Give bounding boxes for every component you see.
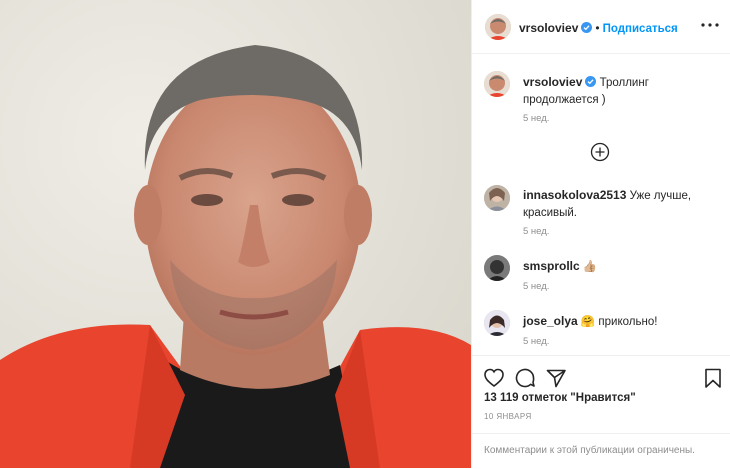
comment-text-block: jose_olya 🤗 прикольно!	[523, 313, 723, 331]
comment-timestamp[interactable]: 5 нед.	[523, 281, 549, 292]
comment-username[interactable]: jose_olya	[523, 314, 578, 328]
caption-username[interactable]: vrsoloviev	[523, 75, 582, 89]
separator-dot: •	[595, 21, 600, 35]
verified-badge-icon	[581, 22, 593, 33]
list-item: innasokolova2513 Уже лучше, красивый. 5 …	[484, 184, 724, 239]
avatar[interactable]	[484, 71, 510, 97]
comments-limited-notice: Комментарии к этой публикации ограничены…	[472, 433, 730, 469]
avatar[interactable]	[484, 185, 510, 211]
comment-text-block: smsprollc 👍🏼	[523, 258, 723, 276]
comment-text: 🤗 прикольно!	[580, 316, 658, 328]
plus-circle-icon[interactable]	[590, 142, 610, 162]
bookmark-icon[interactable]	[702, 367, 724, 389]
caption-text-block: vrsoloviev Троллинг продолжается )	[523, 74, 723, 109]
avatar[interactable]	[484, 255, 510, 281]
more-options-icon[interactable]	[699, 17, 721, 37]
post-date[interactable]: 10 ЯНВАРЯ	[484, 412, 532, 421]
likes-count[interactable]: 13 119 отметок "Нравится"	[484, 392, 636, 404]
post-photo[interactable]	[0, 0, 471, 468]
comment-timestamp[interactable]: 5 нед.	[523, 336, 549, 347]
avatar[interactable]	[484, 310, 510, 336]
avatar[interactable]	[485, 14, 511, 40]
post-header: vrsoloviev • Подписаться	[472, 0, 730, 54]
share-icon[interactable]	[545, 367, 567, 389]
post-actions: 13 119 отметок "Нравится" 10 ЯНВАРЯ Комм…	[472, 355, 730, 468]
list-item: jose_olya 🤗 прикольно! 5 нед.	[484, 310, 724, 350]
post-author-username[interactable]: vrsoloviev	[519, 21, 578, 35]
list-item: smsprollc 👍🏼 5 нед.	[484, 255, 724, 295]
post-sidebar: vrsoloviev • Подписаться vrsoloviev Тролли…	[471, 0, 730, 468]
heart-icon[interactable]	[483, 367, 505, 389]
selfie-image	[0, 0, 471, 468]
comment-username[interactable]: innasokolova2513	[523, 188, 626, 202]
verified-badge-icon	[585, 76, 597, 87]
caption: vrsoloviev Троллинг продолжается ) 5 нед…	[484, 71, 724, 131]
follow-button[interactable]: Подписаться	[603, 23, 678, 35]
caption-timestamp[interactable]: 5 нед.	[523, 113, 549, 124]
thumbs-up-emoji: 👍🏼	[582, 261, 598, 273]
comment-text-block: innasokolova2513 Уже лучше, красивый.	[523, 187, 723, 222]
comment-timestamp[interactable]: 5 нед.	[523, 226, 549, 237]
comment-icon[interactable]	[514, 367, 536, 389]
comment-username[interactable]: smsprollc	[523, 259, 580, 273]
